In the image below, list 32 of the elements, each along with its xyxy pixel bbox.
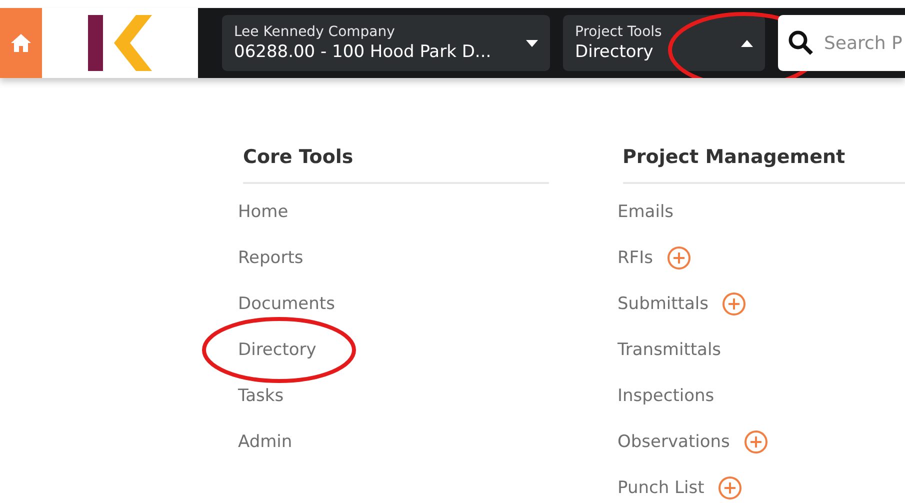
home-icon (10, 33, 32, 53)
add-icon[interactable] (718, 476, 742, 500)
search-field[interactable]: Search P (778, 15, 905, 71)
tool-link[interactable]: Inspections (618, 386, 714, 406)
add-icon[interactable] (666, 246, 691, 270)
add-icon[interactable] (744, 430, 768, 454)
tool-link[interactable]: Punch List (618, 478, 704, 498)
dropdown-label: Lee Kennedy Company (234, 24, 396, 40)
caret-down-icon (526, 40, 538, 46)
tool-link[interactable]: Home (238, 202, 288, 222)
tool-link[interactable]: RFIs (618, 248, 653, 268)
dropdown[interactable]: Project Tools Directory (563, 15, 765, 71)
home-button[interactable] (0, 8, 42, 78)
logo (86, 14, 154, 72)
tool-link[interactable]: Observations (618, 432, 730, 452)
tool-link[interactable]: Admin (238, 432, 292, 452)
tool-link[interactable]: Submittals (618, 294, 708, 314)
tool-link[interactable]: Directory (238, 340, 316, 360)
tool-link[interactable]: Tasks (238, 386, 284, 406)
tool-link[interactable]: Documents (238, 294, 335, 314)
dropdown-label: Project Tools (575, 24, 662, 40)
section-heading: Core Tools (243, 146, 548, 184)
dropdown-value: Directory (575, 42, 654, 62)
search-icon (788, 30, 814, 56)
tool-link[interactable]: Reports (238, 248, 304, 268)
tool-link[interactable]: Emails (618, 202, 674, 222)
dropdown-value: 06288.00 - 100 Hood Park D... (234, 42, 492, 62)
caret-up-icon (741, 40, 753, 46)
tool-link[interactable]: Transmittals (618, 340, 722, 360)
add-icon[interactable] (722, 292, 746, 316)
section-heading: Project Management (622, 146, 905, 184)
dropdown[interactable]: Lee Kennedy Company 06288.00 - 100 Hood Park D... (222, 15, 550, 71)
